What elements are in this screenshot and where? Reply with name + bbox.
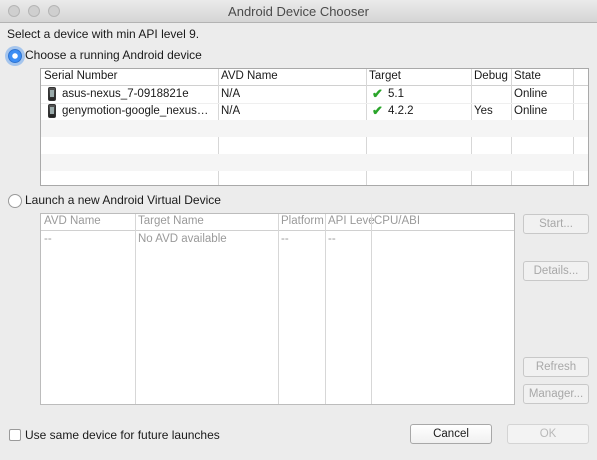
refresh-button[interactable]: Refresh [523,357,589,377]
avd-name-cell: N/A [221,105,241,117]
target-cell: 5.1 [388,88,404,100]
phone-icon [48,104,56,118]
table-row: -- No AVD available -- -- [41,231,514,248]
empty-row [41,137,588,154]
launch-avd-label[interactable]: Launch a new Android Virtual Device [25,193,221,207]
table-row[interactable]: genymotion-google_nexus… N/A ✔ 4.2.2 Yes… [41,103,588,121]
choose-running-label[interactable]: Choose a running Android device [25,48,202,62]
choose-running-radio[interactable] [8,49,22,63]
empty-row [41,171,588,185]
state-cell: Online [514,88,548,100]
empty-row [41,120,588,137]
platform-cell: -- [281,233,289,245]
launch-avd-radio[interactable] [8,194,22,208]
column-serial-number[interactable]: Serial Number [44,70,118,82]
target-name-cell: No AVD available [138,233,227,245]
prompt-text: Select a device with min API level 9. [7,27,200,41]
checkmark-icon: ✔ [372,86,383,101]
ok-button[interactable]: OK [507,424,589,444]
state-cell: Online [514,105,548,117]
api-level-cell: -- [328,233,336,245]
column-debug[interactable]: Debug [474,70,508,82]
column-api-level[interactable]: API Leve [328,215,375,227]
debug-cell: Yes [474,105,493,117]
serial-cell: genymotion-google_nexus… [62,105,209,117]
title-bar: Android Device Chooser [0,0,597,23]
window-title: Android Device Chooser [228,4,369,19]
manager-button[interactable]: Manager... [523,384,589,404]
avd-name-cell: N/A [221,88,241,100]
column-cpu-abi[interactable]: CPU/ABI [374,215,420,227]
avd-name-cell: -- [44,233,52,245]
column-state[interactable]: State [514,70,541,82]
same-device-label[interactable]: Use same device for future launches [25,428,220,442]
cancel-button[interactable]: Cancel [410,424,492,444]
target-cell: 4.2.2 [388,105,414,117]
avd-table[interactable]: AVD Name Target Name Platform API Leve C… [40,213,515,405]
same-device-checkbox[interactable] [9,429,21,441]
column-avd-name[interactable]: AVD Name [44,215,101,227]
column-target-name[interactable]: Target Name [138,215,204,227]
column-target[interactable]: Target [369,70,401,82]
device-table[interactable]: Serial Number AVD Name Target Debug Stat… [40,68,589,186]
empty-row [41,154,588,171]
checkmark-icon: ✔ [372,103,383,118]
serial-cell: asus-nexus_7-0918821e [62,88,189,100]
device-table-header: Serial Number AVD Name Target Debug Stat… [41,69,588,86]
table-row[interactable]: asus-nexus_7-0918821e N/A ✔ 5.1 Online [41,86,588,104]
column-platform[interactable]: Platform [281,215,324,227]
column-avd-name[interactable]: AVD Name [221,70,278,82]
start-button[interactable]: Start... [523,214,589,234]
details-button[interactable]: Details... [523,261,589,281]
phone-icon [48,87,56,101]
